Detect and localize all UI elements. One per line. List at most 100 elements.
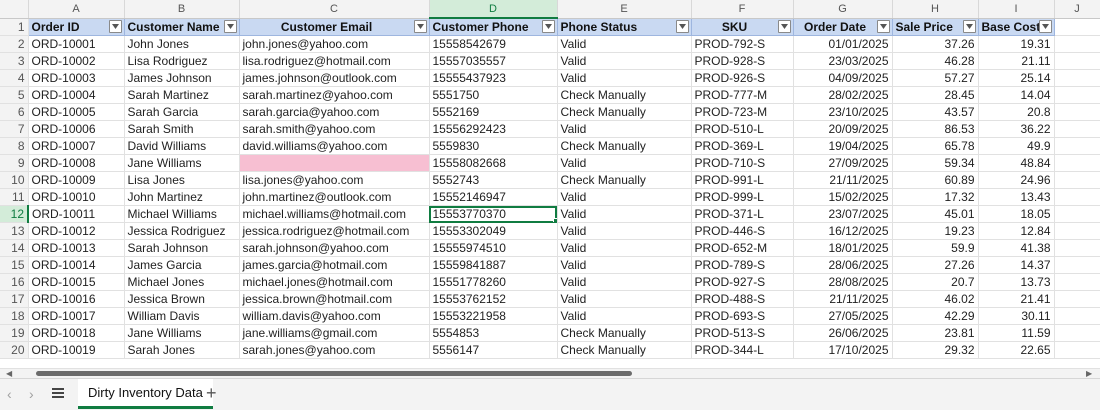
cell-customer-name[interactable]: Lisa Rodriguez	[124, 52, 240, 70]
header-cell-order-id[interactable]: Order ID	[28, 18, 125, 36]
cell-order-id[interactable]: ORD-10002	[28, 52, 125, 70]
row-header-2[interactable]: 2	[0, 35, 29, 53]
filter-dropdown-icon[interactable]	[1038, 19, 1052, 33]
cell-customer-name[interactable]: Jessica Rodriguez	[124, 222, 240, 240]
column-header-e[interactable]: E	[557, 0, 692, 19]
empty-cell[interactable]	[1054, 188, 1100, 206]
row-header-10[interactable]: 10	[0, 171, 29, 189]
cell-order-date[interactable]: 28/06/2025	[793, 256, 893, 274]
cell-order-date[interactable]: 19/04/2025	[793, 137, 893, 155]
cell-sale-price[interactable]: 60.89	[892, 171, 979, 189]
cell-phone-status[interactable]: Valid	[557, 205, 692, 223]
cell-customer-phone[interactable]: 5559830	[429, 137, 558, 155]
empty-cell[interactable]	[1054, 86, 1100, 104]
column-header-d[interactable]: D	[429, 0, 558, 19]
select-all-corner[interactable]	[0, 0, 29, 19]
row-header-20[interactable]: 20	[0, 341, 29, 359]
empty-cell[interactable]	[1054, 171, 1100, 189]
cell-customer-email[interactable]: sarah.jones@yahoo.com	[239, 341, 430, 359]
empty-cell[interactable]	[1054, 307, 1100, 325]
cell-order-date[interactable]: 20/09/2025	[793, 120, 893, 138]
empty-cell[interactable]	[1054, 154, 1100, 172]
cell-sale-price[interactable]: 65.78	[892, 137, 979, 155]
cell-order-id[interactable]: ORD-10013	[28, 239, 125, 257]
cell-customer-email[interactable]: sarah.garcia@yahoo.com	[239, 103, 430, 121]
filter-dropdown-icon[interactable]	[223, 19, 237, 33]
cell-order-date[interactable]: 21/11/2025	[793, 171, 893, 189]
cell-phone-status[interactable]: Valid	[557, 154, 692, 172]
cell-phone-status[interactable]: Check Manually	[557, 171, 692, 189]
empty-cell[interactable]	[1054, 52, 1100, 70]
cell-customer-phone[interactable]: 15559841887	[429, 256, 558, 274]
cell-customer-phone[interactable]: 15555437923	[429, 69, 558, 87]
chevron-right-icon[interactable]: ›	[29, 387, 34, 401]
cell-base-cost[interactable]: 30.11	[978, 307, 1055, 325]
cell-sku[interactable]: PROD-513-S	[691, 324, 794, 342]
cell-order-id[interactable]: ORD-10018	[28, 324, 125, 342]
spreadsheet-grid[interactable]: ABCDEFGHIJ 1 Order ID Customer Name Custome…	[0, 0, 1100, 368]
cell-customer-phone[interactable]: 15553770370	[429, 205, 558, 223]
cell-base-cost[interactable]: 48.84	[978, 154, 1055, 172]
cell-base-cost[interactable]: 19.31	[978, 35, 1055, 53]
cell-order-id[interactable]: ORD-10019	[28, 341, 125, 359]
cell-base-cost[interactable]: 11.59	[978, 324, 1055, 342]
cell-base-cost[interactable]: 36.22	[978, 120, 1055, 138]
cell-sale-price[interactable]: 29.32	[892, 341, 979, 359]
cell-customer-email[interactable]: sarah.johnson@yahoo.com	[239, 239, 430, 257]
cell-sku[interactable]: PROD-446-S	[691, 222, 794, 240]
cell-customer-email[interactable]: sarah.martinez@yahoo.com	[239, 86, 430, 104]
row-header-6[interactable]: 6	[0, 103, 29, 121]
cell-customer-email[interactable]: michael.williams@hotmail.com	[239, 205, 430, 223]
column-header-h[interactable]: H	[892, 0, 979, 19]
empty-cell[interactable]	[1054, 18, 1100, 36]
cell-phone-status[interactable]: Valid	[557, 52, 692, 70]
cell-order-date[interactable]: 17/10/2025	[793, 341, 893, 359]
row-header-15[interactable]: 15	[0, 256, 29, 274]
cell-customer-name[interactable]: Jessica Brown	[124, 290, 240, 308]
cell-phone-status[interactable]: Valid	[557, 120, 692, 138]
header-cell-sku[interactable]: SKU	[691, 18, 794, 36]
cell-sale-price[interactable]: 59.9	[892, 239, 979, 257]
cell-customer-email[interactable]: lisa.jones@yahoo.com	[239, 171, 430, 189]
cell-base-cost[interactable]: 25.14	[978, 69, 1055, 87]
cell-customer-name[interactable]: Jane Williams	[124, 154, 240, 172]
cell-base-cost[interactable]: 49.9	[978, 137, 1055, 155]
cell-customer-phone[interactable]: 5554853	[429, 324, 558, 342]
horizontal-scrollbar-thumb[interactable]	[36, 371, 632, 376]
empty-cell[interactable]	[1054, 324, 1100, 342]
cell-base-cost[interactable]: 21.41	[978, 290, 1055, 308]
cell-base-cost[interactable]: 13.43	[978, 188, 1055, 206]
cell-sale-price[interactable]: 19.23	[892, 222, 979, 240]
row-header-14[interactable]: 14	[0, 239, 29, 257]
cell-customer-name[interactable]: Michael Williams	[124, 205, 240, 223]
cell-base-cost[interactable]: 20.8	[978, 103, 1055, 121]
cell-order-date[interactable]: 28/02/2025	[793, 86, 893, 104]
cell-customer-email[interactable]: jane.williams@gmail.com	[239, 324, 430, 342]
cell-customer-phone[interactable]: 15558542679	[429, 35, 558, 53]
cell-sku[interactable]: PROD-789-S	[691, 256, 794, 274]
cell-phone-status[interactable]: Valid	[557, 273, 692, 291]
cell-customer-name[interactable]: Jane Williams	[124, 324, 240, 342]
cell-phone-status[interactable]: Valid	[557, 256, 692, 274]
plus-icon[interactable]: +	[206, 384, 217, 402]
row-header-4[interactable]: 4	[0, 69, 29, 87]
cell-phone-status[interactable]: Check Manually	[557, 341, 692, 359]
cell-order-date[interactable]: 28/08/2025	[793, 273, 893, 291]
cell-base-cost[interactable]: 21.11	[978, 52, 1055, 70]
cell-order-id[interactable]: ORD-10017	[28, 307, 125, 325]
cell-customer-email[interactable]: james.johnson@outlook.com	[239, 69, 430, 87]
row-header-1[interactable]: 1	[0, 18, 29, 36]
cell-customer-phone[interactable]: 15557035557	[429, 52, 558, 70]
cell-sku[interactable]: PROD-926-S	[691, 69, 794, 87]
cell-sku[interactable]: PROD-344-L	[691, 341, 794, 359]
cell-customer-name[interactable]: James Garcia	[124, 256, 240, 274]
cell-customer-phone[interactable]: 15552146947	[429, 188, 558, 206]
cell-customer-name[interactable]: Sarah Jones	[124, 341, 240, 359]
filter-dropdown-icon[interactable]	[777, 19, 791, 33]
cell-customer-name[interactable]: William Davis	[124, 307, 240, 325]
empty-cell[interactable]	[1054, 120, 1100, 138]
cell-phone-status[interactable]: Valid	[557, 35, 692, 53]
cell-customer-email[interactable]: sarah.smith@yahoo.com	[239, 120, 430, 138]
cell-phone-status[interactable]: Valid	[557, 69, 692, 87]
cell-sku[interactable]: PROD-693-S	[691, 307, 794, 325]
